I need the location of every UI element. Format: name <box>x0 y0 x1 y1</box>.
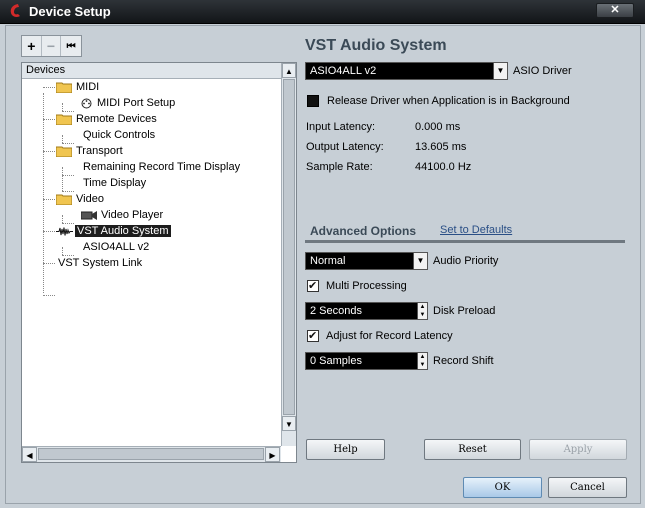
tree-line <box>43 263 55 264</box>
record-shift-stepper[interactable]: 0 Samples ▲ ▼ <box>305 352 428 370</box>
audio-priority-value: Normal <box>310 255 346 267</box>
close-button[interactable]: ✕ <box>596 3 634 18</box>
set-to-defaults-link[interactable]: Set to Defaults <box>440 224 512 236</box>
devices-header: Devices <box>22 63 281 79</box>
remove-device-button[interactable]: − <box>42 36 62 56</box>
tree-item-time-display[interactable]: Time Display <box>81 175 148 191</box>
scroll-thumb[interactable] <box>283 79 295 415</box>
folder-icon <box>56 194 72 205</box>
adjust-latency-label: Adjust for Record Latency <box>326 330 453 342</box>
sample-rate-value: 44100.0 Hz <box>415 161 472 173</box>
advanced-options-title: Advanced Options <box>310 224 417 238</box>
apply-button[interactable]: Apply <box>529 439 627 460</box>
tree-item-remote-devices[interactable]: Remote Devices <box>56 111 159 127</box>
audio-priority-select[interactable]: Normal ▼ <box>305 252 428 270</box>
tree-line <box>62 247 63 255</box>
tree-line <box>62 215 63 223</box>
tree-line <box>43 119 55 120</box>
record-shift-value: 0 Samples <box>310 355 362 367</box>
tree-item-video[interactable]: Video <box>56 191 106 207</box>
audio-wave-icon <box>56 227 73 236</box>
add-device-button[interactable]: + <box>22 36 42 56</box>
folder-icon <box>56 82 72 93</box>
window-title: Device Setup <box>29 4 111 19</box>
asio-driver-label: ASIO Driver <box>513 65 572 77</box>
tree-item-remaining-record-time[interactable]: Remaining Record Time Display <box>81 159 242 175</box>
asio-driver-value: ASIO4ALL v2 <box>310 65 377 77</box>
device-setup-dialog: + − ⏮ Devices MIDI MIDI Port Setup Remot… <box>5 25 641 504</box>
panel-title: VST Audio System <box>305 37 447 54</box>
tree-line <box>43 231 55 232</box>
tree-line <box>62 175 74 176</box>
tree-item-midi[interactable]: MIDI <box>56 79 101 95</box>
tree-line <box>43 87 55 88</box>
output-latency-value: 13.605 ms <box>415 141 467 153</box>
cubase-app-icon <box>10 4 20 17</box>
tree-item-transport[interactable]: Transport <box>56 143 125 159</box>
spin-down-icon[interactable]: ▼ <box>417 361 427 369</box>
input-latency-label: Input Latency: <box>306 121 376 133</box>
tree-line <box>62 167 63 191</box>
scroll-right-arrow[interactable]: ▶ <box>265 447 280 462</box>
tree-vertical-scrollbar[interactable]: ▲ ▼ <box>281 63 296 446</box>
output-latency-label: Output Latency: <box>306 141 384 153</box>
record-shift-label: Record Shift <box>433 355 494 367</box>
input-latency-value: 0.000 ms <box>415 121 461 133</box>
tree-line <box>62 135 63 143</box>
scroll-thumb[interactable] <box>38 448 264 460</box>
disk-preload-stepper[interactable]: 2 Seconds ▲ ▼ <box>305 302 428 320</box>
tree-item-video-player[interactable]: Video Player <box>81 207 165 223</box>
tree-item-asio4all[interactable]: ASIO4ALL v2 <box>81 239 151 255</box>
release-driver-checkbox[interactable] <box>307 95 319 107</box>
audio-priority-label: Audio Priority <box>433 255 499 267</box>
disk-preload-value: 2 Seconds <box>310 305 362 317</box>
asio-driver-select[interactable]: ASIO4ALL v2 ▼ <box>305 62 508 80</box>
title-bar: Device Setup ✕ <box>0 0 645 24</box>
reset-button[interactable]: Reset <box>424 439 521 460</box>
spin-down-icon[interactable]: ▼ <box>417 311 427 319</box>
adjust-latency-checkbox[interactable] <box>307 329 319 342</box>
tree-line <box>43 151 55 152</box>
chevron-down-icon: ▼ <box>493 63 507 79</box>
release-driver-label: Release Driver when Application is in Ba… <box>327 95 570 107</box>
tree-line <box>43 295 55 296</box>
tree-item-vst-system-link[interactable]: VST System Link <box>56 255 144 271</box>
disk-preload-label: Disk Preload <box>433 305 496 317</box>
folder-icon <box>56 146 72 157</box>
multi-processing-checkbox[interactable] <box>307 279 319 292</box>
ok-button[interactable]: OK <box>463 477 542 498</box>
scroll-down-arrow[interactable]: ▼ <box>282 416 296 431</box>
scroll-left-arrow[interactable]: ◀ <box>22 447 37 462</box>
spin-up-icon[interactable]: ▲ <box>417 353 427 361</box>
tree-horizontal-scrollbar[interactable]: ◀ ▶ <box>22 446 281 462</box>
device-toolbar: + − ⏮ <box>21 35 82 57</box>
help-button[interactable]: Help <box>306 439 385 460</box>
chevron-down-icon: ▼ <box>413 253 427 269</box>
tree-line <box>43 199 55 200</box>
multi-processing-label: Multi Processing <box>326 280 407 292</box>
tree-item-midi-port-setup[interactable]: MIDI Port Setup <box>81 95 177 111</box>
cancel-button[interactable]: Cancel <box>548 477 627 498</box>
scroll-up-arrow[interactable]: ▲ <box>282 63 296 78</box>
video-player-icon <box>81 211 97 220</box>
midi-port-icon <box>81 98 92 109</box>
tree-line <box>62 103 63 111</box>
tree-item-vst-audio-system[interactable]: VST Audio System <box>56 223 171 239</box>
devices-tree: Devices MIDI MIDI Port Setup Remote Devi… <box>21 62 297 463</box>
spin-up-icon[interactable]: ▲ <box>417 303 427 311</box>
advanced-divider <box>305 240 625 243</box>
sample-rate-label: Sample Rate: <box>306 161 373 173</box>
reset-device-button[interactable]: ⏮ <box>61 36 81 56</box>
tree-item-quick-controls[interactable]: Quick Controls <box>81 127 157 143</box>
folder-icon <box>56 114 72 125</box>
